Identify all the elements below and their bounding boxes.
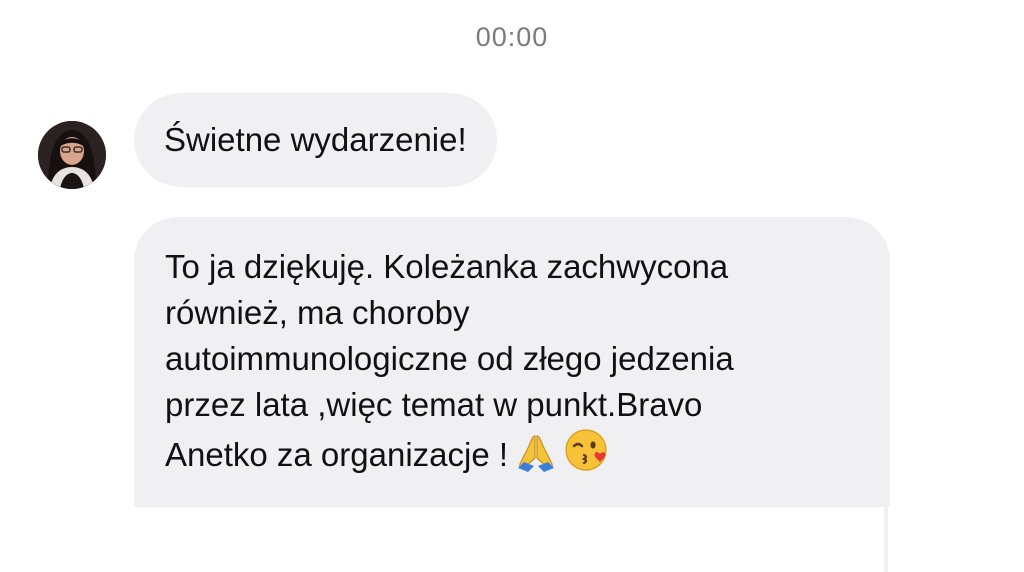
message-bubble-1[interactable]: Świetne wydarzenie! (134, 93, 497, 187)
kissing-face-icon (564, 428, 610, 484)
message-text-2: To ja dziękuję. Koleżanka zachwycona rów… (165, 248, 734, 473)
user-avatar-icon[interactable] (38, 121, 106, 189)
bubble-edge (884, 507, 888, 572)
message-bubble-2[interactable]: To ja dziękuję. Koleżanka zachwycona rów… (134, 217, 890, 507)
message-text-1: Świetne wydarzenie! (164, 121, 467, 158)
chat-thread: 00:00 Świetne wydarzenie! To ja dziękuję… (0, 0, 1024, 572)
message-timestamp: 00:00 (475, 22, 549, 52)
folded-hands-icon (514, 432, 558, 484)
